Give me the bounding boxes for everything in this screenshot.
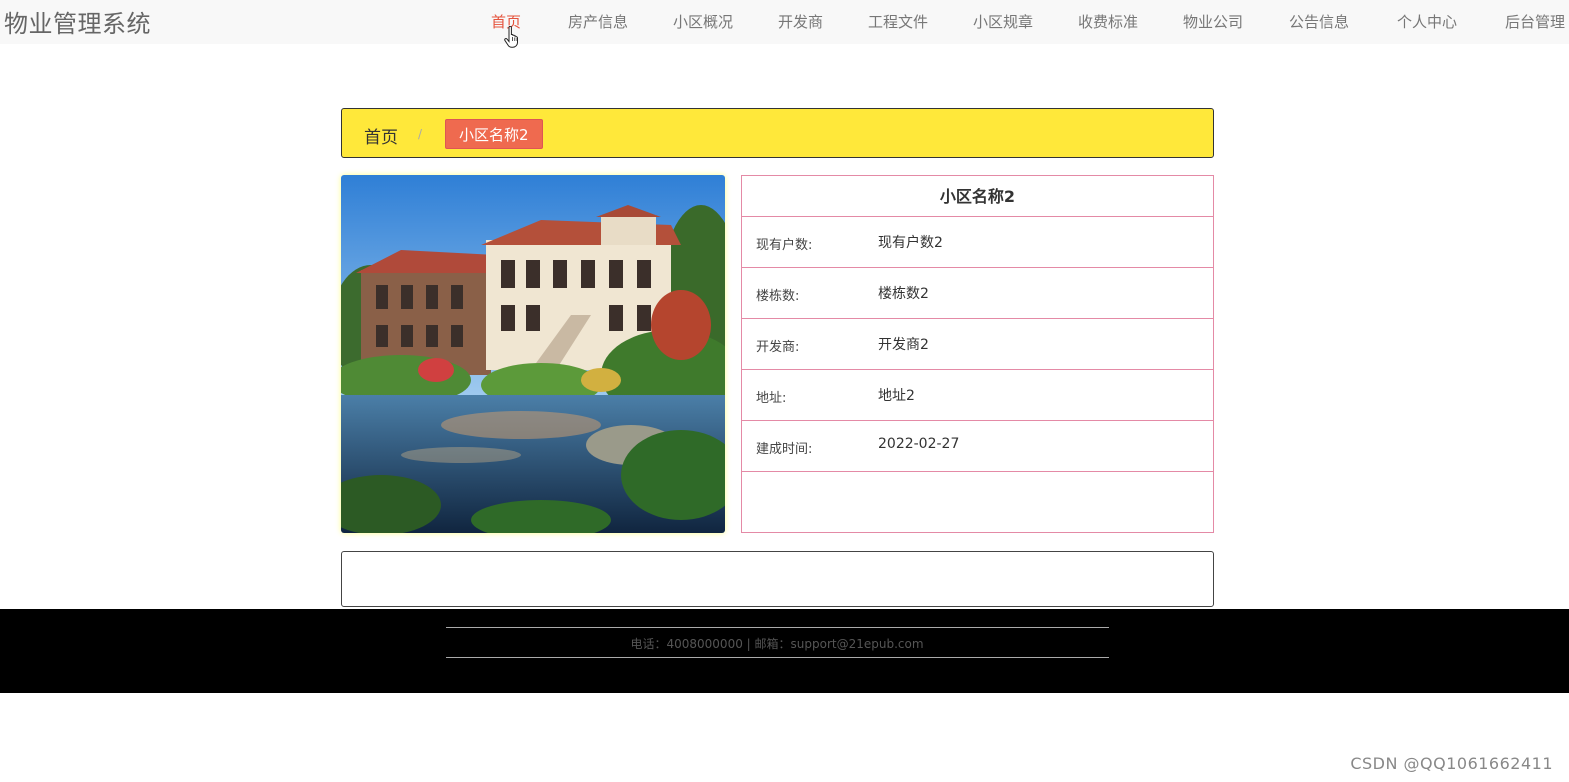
nav-item-developer[interactable]: 开发商 [778, 11, 823, 32]
nav-item-property-info[interactable]: 房产信息 [568, 11, 628, 32]
hand-cursor-icon [504, 26, 518, 48]
breadcrumb-current-tag: 小区名称2 [445, 119, 543, 149]
footer-divider [446, 627, 1109, 628]
nav-item-community-rules[interactable]: 小区规章 [973, 11, 1033, 32]
community-detail-table: 小区名称2 现有户数: 现有户数2 楼栋数: 楼栋数2 开发商: 开发商2 地址… [741, 175, 1214, 533]
footer-contact-text: 电话：4008000000 | 邮箱：support@21epub.com [630, 637, 924, 651]
site-title: 物业管理系统 [4, 10, 151, 38]
breadcrumb-separator: / [418, 127, 423, 141]
detail-value: 楼栋数2 [878, 286, 929, 302]
nav-item-project-files[interactable]: 工程文件 [868, 11, 928, 32]
nav-item-property-company[interactable]: 物业公司 [1183, 11, 1243, 32]
detail-row-households: 现有户数: 现有户数2 [742, 217, 1213, 268]
detail-label: 建成时间: [756, 442, 813, 457]
detail-label: 楼栋数: [756, 289, 800, 304]
footer: 电话：4008000000 | 邮箱：support@21epub.com [0, 609, 1569, 693]
detail-content-box [341, 551, 1214, 607]
detail-label: 现有户数: [756, 238, 813, 253]
detail-value: 2022-02-27 [878, 436, 960, 452]
detail-row-address: 地址: 地址2 [742, 370, 1213, 421]
community-name-heading: 小区名称2 [742, 176, 1213, 217]
detail-label: 开发商: [756, 340, 800, 355]
detail-value: 开发商2 [878, 337, 929, 353]
community-photo-image [341, 175, 725, 533]
detail-row-developer: 开发商: 开发商2 [742, 319, 1213, 370]
footer-divider [446, 657, 1109, 658]
breadcrumb-home-link[interactable]: 首页 [364, 123, 398, 148]
nav-item-fee-standard[interactable]: 收费标准 [1078, 11, 1138, 32]
detail-row-build-date: 建成时间: 2022-02-27 [742, 421, 1213, 472]
nav-item-announcements[interactable]: 公告信息 [1289, 11, 1349, 32]
detail-value: 现有户数2 [878, 235, 943, 251]
detail-row-buildings: 楼栋数: 楼栋数2 [742, 268, 1213, 319]
detail-label: 地址: [756, 391, 787, 406]
breadcrumb: 首页 / 小区名称2 [341, 108, 1214, 158]
nav-item-community-overview[interactable]: 小区概况 [673, 11, 733, 32]
top-navbar: 物业管理系统 首页 房产信息 小区概况 开发商 工程文件 小区规章 收费标准 物… [0, 0, 1569, 48]
watermark: CSDN @QQ1061662411 [1350, 754, 1553, 773]
community-photo [341, 175, 725, 533]
nav-item-admin[interactable]: 后台管理 [1505, 11, 1565, 32]
detail-value: 地址2 [878, 388, 915, 404]
nav-item-personal-center[interactable]: 个人中心 [1397, 11, 1457, 32]
